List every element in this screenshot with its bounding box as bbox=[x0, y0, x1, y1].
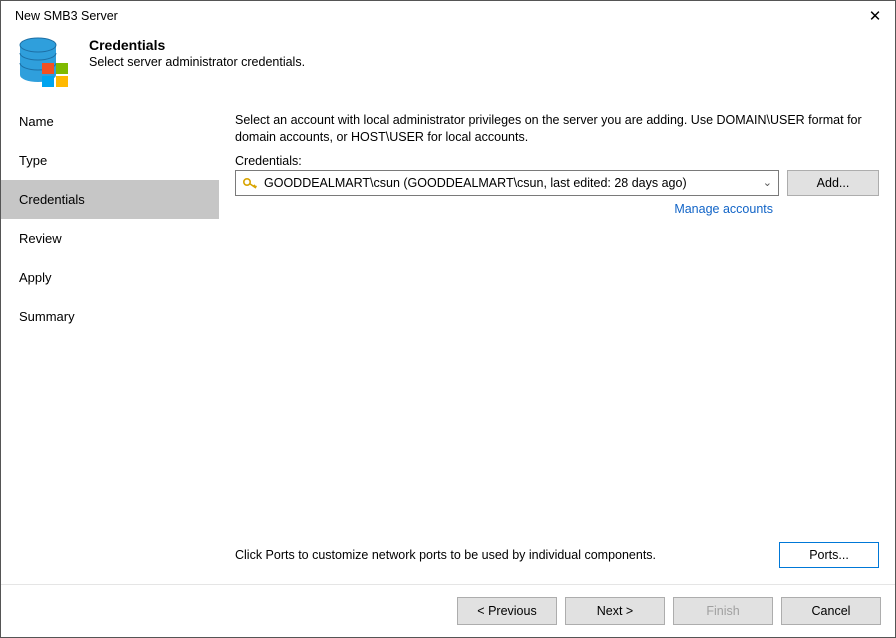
wizard-step-subtitle: Select server administrator credentials. bbox=[89, 55, 305, 69]
credentials-value: GOODDEALMART\csun (GOODDEALMART\csun, la… bbox=[264, 176, 757, 190]
instructions-text: Select an account with local administrat… bbox=[235, 112, 879, 146]
add-button[interactable]: Add... bbox=[787, 170, 879, 196]
wizard-footer: < Previous Next > Finish Cancel bbox=[1, 584, 895, 637]
wizard-body: Name Type Credentials Review Apply Summa… bbox=[1, 101, 895, 584]
nav-item-label: Apply bbox=[19, 270, 52, 285]
manage-accounts-row: Manage accounts bbox=[235, 202, 879, 216]
nav-item-label: Type bbox=[19, 153, 47, 168]
wizard-main: Select an account with local administrat… bbox=[219, 102, 895, 584]
previous-button-label: < Previous bbox=[477, 604, 536, 618]
manage-accounts-link[interactable]: Manage accounts bbox=[674, 202, 773, 216]
ports-text: Click Ports to customize network ports t… bbox=[235, 548, 656, 562]
ports-button[interactable]: Ports... bbox=[779, 542, 879, 568]
window-title: New SMB3 Server bbox=[15, 9, 118, 23]
nav-item-summary[interactable]: Summary bbox=[1, 297, 219, 336]
nav-item-review[interactable]: Review bbox=[1, 219, 219, 258]
nav-item-type[interactable]: Type bbox=[1, 141, 219, 180]
add-button-label: Add... bbox=[817, 176, 850, 190]
nav-item-label: Name bbox=[19, 114, 54, 129]
key-icon bbox=[242, 175, 258, 191]
wizard-step-title: Credentials bbox=[89, 37, 305, 53]
server-database-icon bbox=[15, 33, 73, 91]
finish-button-label: Finish bbox=[706, 604, 739, 618]
nav-item-name[interactable]: Name bbox=[1, 102, 219, 141]
next-button[interactable]: Next > bbox=[565, 597, 665, 625]
credentials-label: Credentials: bbox=[235, 154, 879, 168]
cancel-button-label: Cancel bbox=[812, 604, 851, 618]
nav-item-credentials[interactable]: Credentials bbox=[1, 180, 219, 219]
wizard-nav: Name Type Credentials Review Apply Summa… bbox=[1, 102, 219, 584]
finish-button: Finish bbox=[673, 597, 773, 625]
nav-item-label: Summary bbox=[19, 309, 75, 324]
nav-item-label: Credentials bbox=[19, 192, 85, 207]
ports-row: Click Ports to customize network ports t… bbox=[235, 542, 879, 574]
credentials-row: GOODDEALMART\csun (GOODDEALMART\csun, la… bbox=[235, 170, 879, 196]
close-icon[interactable]: ✕ bbox=[865, 7, 885, 25]
nav-item-label: Review bbox=[19, 231, 62, 246]
cancel-button[interactable]: Cancel bbox=[781, 597, 881, 625]
titlebar: New SMB3 Server ✕ bbox=[1, 1, 895, 29]
chevron-down-icon: ⌄ bbox=[763, 176, 772, 189]
wizard-header-text: Credentials Select server administrator … bbox=[89, 33, 305, 69]
wizard-window: New SMB3 Server ✕ Credentials Select ser bbox=[0, 0, 896, 638]
credentials-dropdown[interactable]: GOODDEALMART\csun (GOODDEALMART\csun, la… bbox=[235, 170, 779, 196]
previous-button[interactable]: < Previous bbox=[457, 597, 557, 625]
nav-item-apply[interactable]: Apply bbox=[1, 258, 219, 297]
next-button-label: Next > bbox=[597, 604, 633, 618]
wizard-header: Credentials Select server administrator … bbox=[1, 29, 895, 101]
ports-button-label: Ports... bbox=[809, 548, 849, 562]
